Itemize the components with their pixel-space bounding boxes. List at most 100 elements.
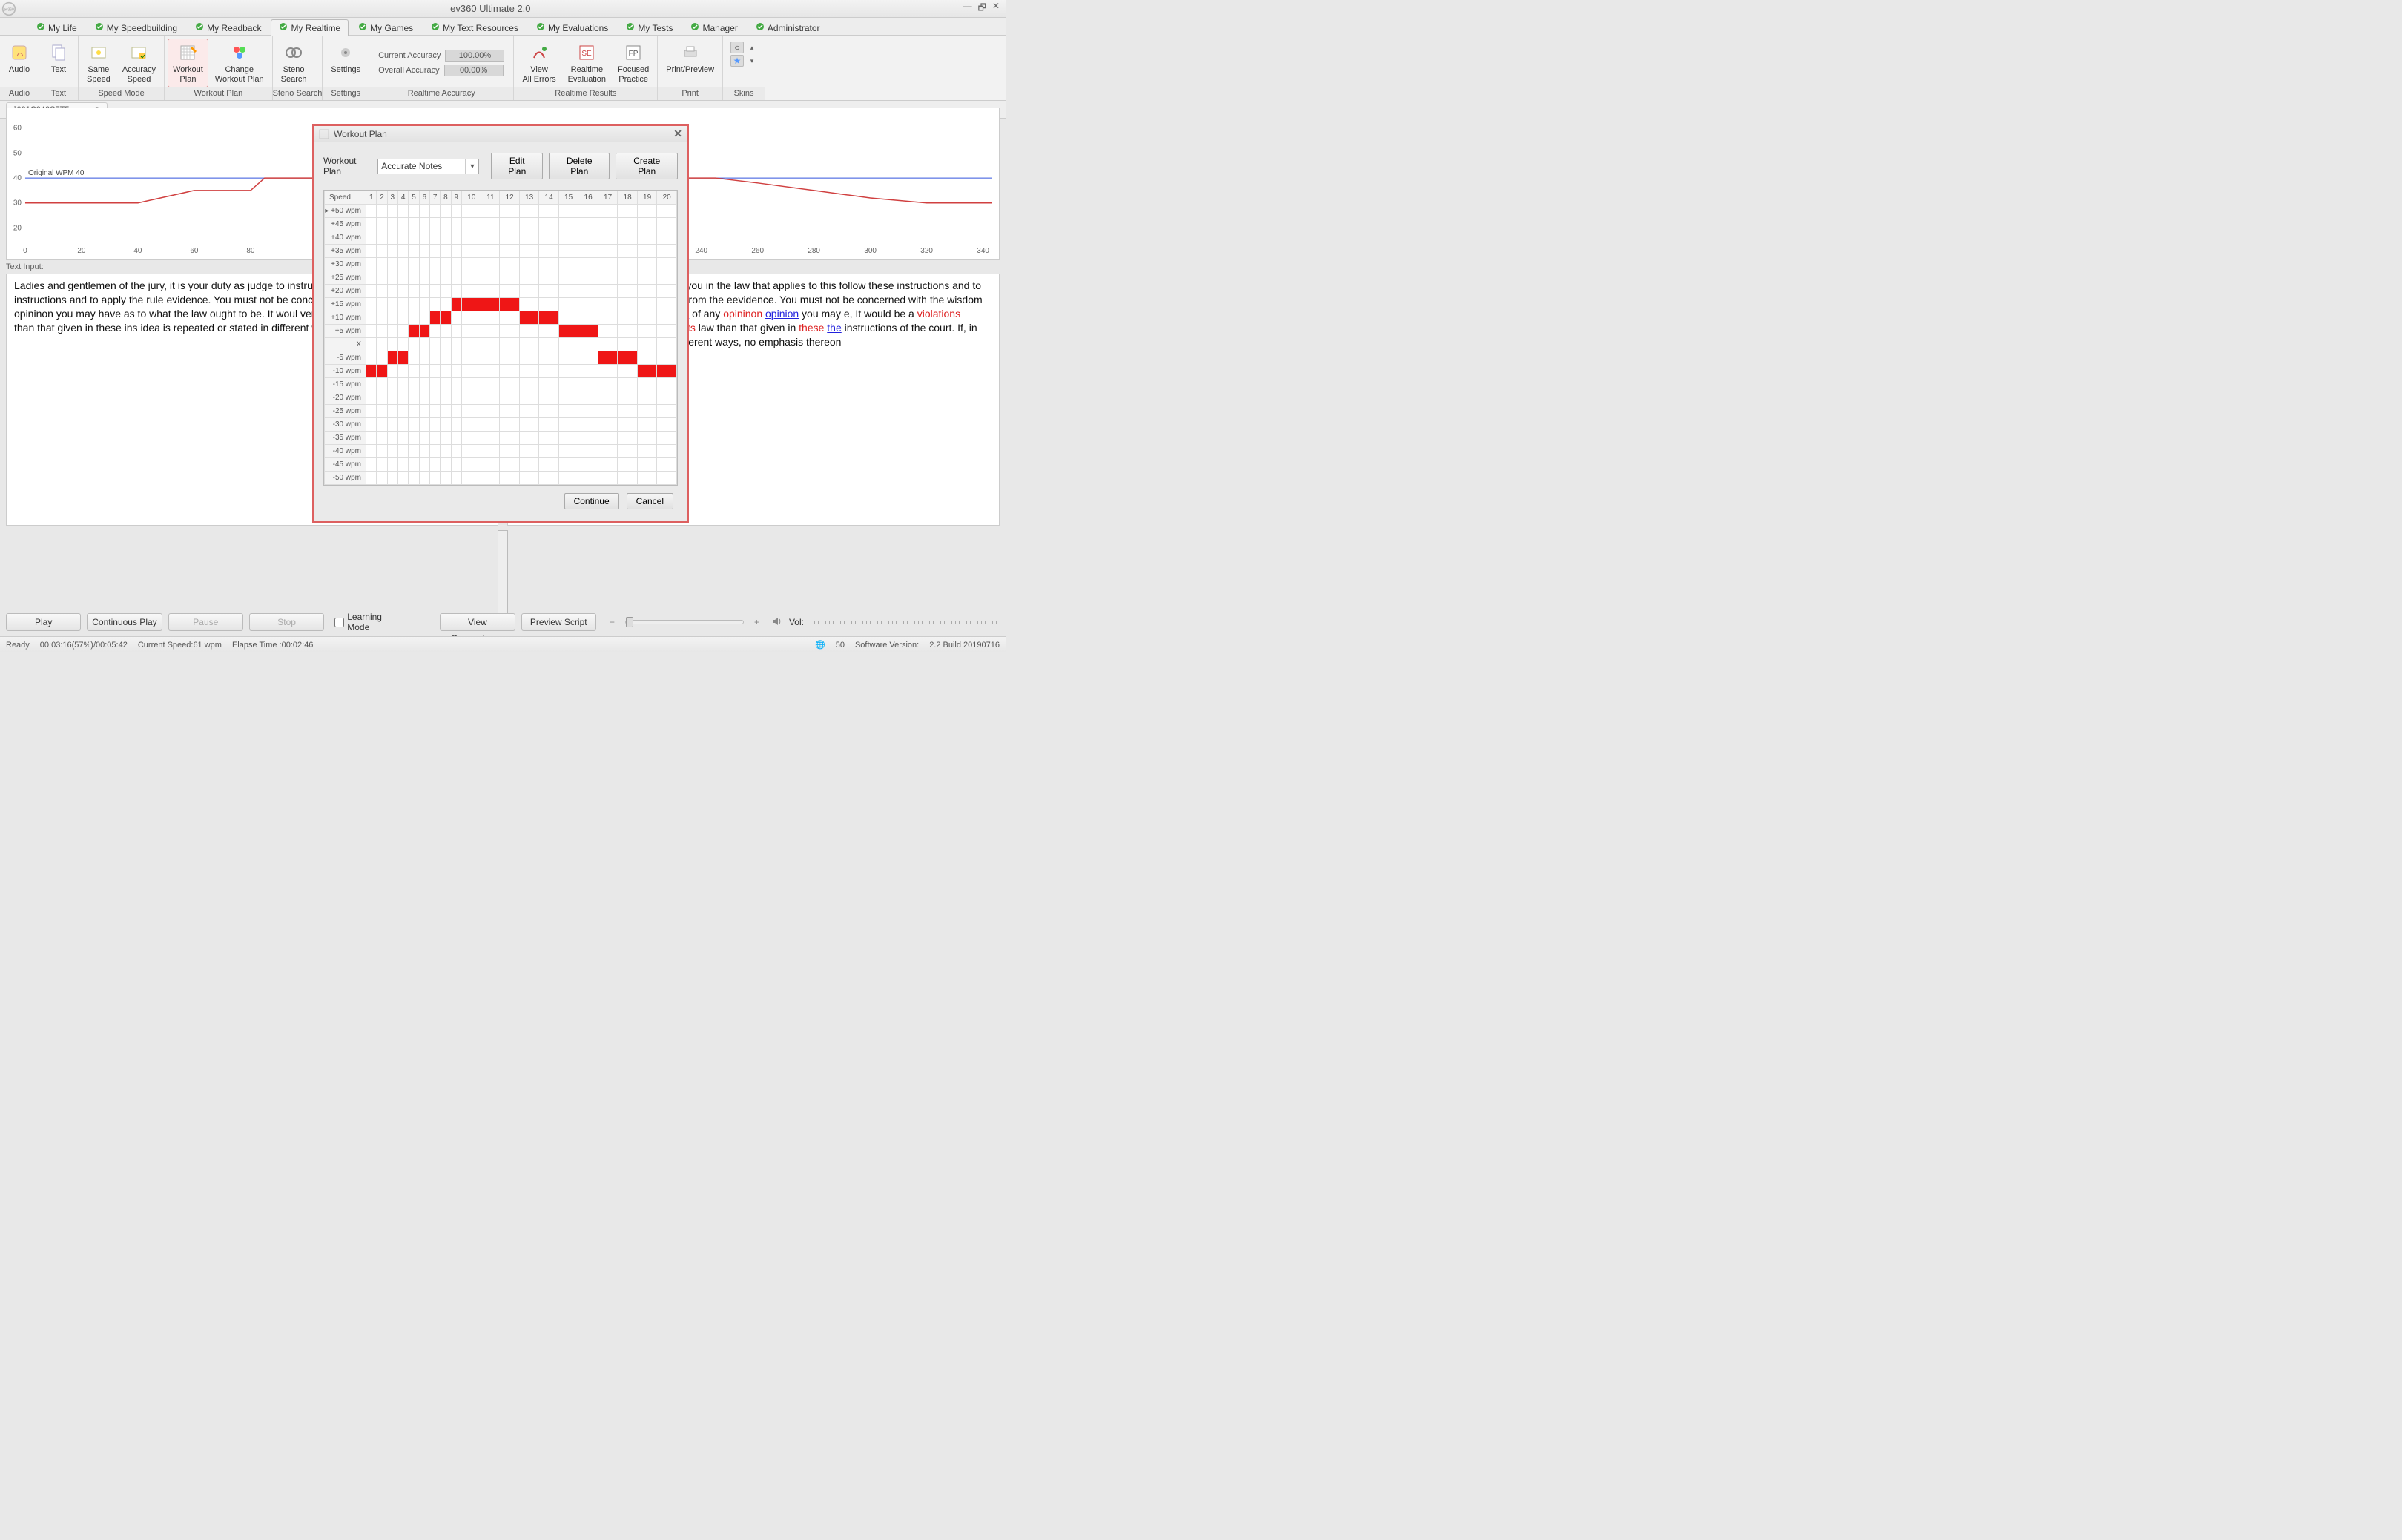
grid-cell[interactable] bbox=[519, 218, 539, 231]
grid-cell[interactable] bbox=[539, 405, 559, 418]
grid-cell[interactable] bbox=[429, 271, 440, 285]
grid-cell[interactable] bbox=[366, 271, 377, 285]
grid-cell[interactable] bbox=[461, 271, 481, 285]
grid-cell[interactable] bbox=[387, 218, 397, 231]
grid-cell[interactable] bbox=[637, 418, 657, 432]
grid-cell[interactable] bbox=[598, 205, 618, 218]
skins-picker[interactable]: ○▴★▾ bbox=[726, 39, 762, 87]
grid-cell[interactable] bbox=[397, 231, 408, 245]
grid-cell[interactable] bbox=[598, 432, 618, 445]
grid-cell[interactable] bbox=[657, 285, 677, 298]
grid-cell[interactable] bbox=[429, 311, 440, 325]
grid-cell[interactable] bbox=[366, 285, 377, 298]
grid-cell[interactable] bbox=[519, 458, 539, 472]
grid-cell[interactable] bbox=[481, 432, 500, 445]
grid-cell[interactable] bbox=[377, 405, 387, 418]
grid-cell[interactable] bbox=[618, 472, 638, 485]
grid-cell[interactable] bbox=[366, 245, 377, 258]
grid-cell[interactable] bbox=[578, 365, 598, 378]
grid-cell[interactable] bbox=[618, 311, 638, 325]
grid-cell[interactable] bbox=[598, 458, 618, 472]
grid-cell[interactable] bbox=[451, 351, 461, 365]
grid-cell[interactable] bbox=[441, 258, 451, 271]
grid-cell[interactable] bbox=[618, 338, 638, 351]
grid-cell[interactable] bbox=[558, 271, 578, 285]
ribbon-steno-search[interactable]: Steno Search bbox=[276, 39, 312, 87]
grid-cell[interactable] bbox=[519, 311, 539, 325]
grid-cell[interactable] bbox=[558, 391, 578, 405]
grid-cell[interactable] bbox=[409, 418, 419, 432]
grid-cell[interactable] bbox=[461, 472, 481, 485]
grid-cell[interactable] bbox=[500, 338, 520, 351]
grid-cell[interactable] bbox=[519, 391, 539, 405]
grid-cell[interactable] bbox=[397, 405, 408, 418]
grid-cell[interactable] bbox=[618, 405, 638, 418]
grid-cell[interactable] bbox=[539, 445, 559, 458]
grid-cell[interactable] bbox=[409, 311, 419, 325]
grid-cell[interactable] bbox=[451, 325, 461, 338]
grid-cell[interactable] bbox=[451, 391, 461, 405]
grid-cell[interactable] bbox=[409, 218, 419, 231]
grid-cell[interactable] bbox=[558, 445, 578, 458]
grid-cell[interactable] bbox=[441, 205, 451, 218]
grid-cell[interactable] bbox=[637, 245, 657, 258]
grid-cell[interactable] bbox=[558, 338, 578, 351]
grid-cell[interactable] bbox=[618, 418, 638, 432]
grid-cell[interactable] bbox=[441, 458, 451, 472]
grid-cell[interactable] bbox=[500, 285, 520, 298]
grid-cell[interactable] bbox=[441, 432, 451, 445]
dialog-close-button[interactable]: ✕ bbox=[673, 128, 682, 140]
grid-cell[interactable] bbox=[441, 391, 451, 405]
grid-cell[interactable] bbox=[657, 298, 677, 311]
menu-tab-my-readback[interactable]: My Readback bbox=[187, 19, 269, 36]
grid-cell[interactable] bbox=[558, 205, 578, 218]
grid-cell[interactable] bbox=[419, 365, 429, 378]
grid-cell[interactable] bbox=[539, 432, 559, 445]
grid-cell[interactable] bbox=[461, 325, 481, 338]
grid-cell[interactable] bbox=[461, 391, 481, 405]
grid-cell[interactable] bbox=[500, 231, 520, 245]
grid-cell[interactable] bbox=[419, 218, 429, 231]
workout-plan-select[interactable]: Accurate Notes ▼ bbox=[377, 159, 479, 174]
grid-cell[interactable] bbox=[481, 445, 500, 458]
grid-cell[interactable] bbox=[397, 258, 408, 271]
grid-cell[interactable] bbox=[637, 258, 657, 271]
grid-cell[interactable] bbox=[637, 458, 657, 472]
grid-cell[interactable] bbox=[429, 472, 440, 485]
grid-cell[interactable] bbox=[377, 285, 387, 298]
grid-cell[interactable] bbox=[578, 311, 598, 325]
grid-cell[interactable] bbox=[377, 258, 387, 271]
grid-cell[interactable] bbox=[397, 218, 408, 231]
grid-cell[interactable] bbox=[539, 351, 559, 365]
grid-cell[interactable] bbox=[578, 391, 598, 405]
grid-cell[interactable] bbox=[461, 218, 481, 231]
grid-cell[interactable] bbox=[500, 418, 520, 432]
grid-cell[interactable] bbox=[366, 472, 377, 485]
grid-cell[interactable] bbox=[519, 365, 539, 378]
grid-cell[interactable] bbox=[397, 445, 408, 458]
grid-cell[interactable] bbox=[618, 351, 638, 365]
grid-cell[interactable] bbox=[500, 405, 520, 418]
grid-cell[interactable] bbox=[500, 258, 520, 271]
grid-cell[interactable] bbox=[519, 245, 539, 258]
grid-cell[interactable] bbox=[558, 365, 578, 378]
grid-cell[interactable] bbox=[461, 445, 481, 458]
grid-cell[interactable] bbox=[377, 418, 387, 432]
grid-cell[interactable] bbox=[481, 231, 500, 245]
ribbon-audio[interactable]: Audio bbox=[3, 39, 36, 87]
grid-cell[interactable] bbox=[377, 205, 387, 218]
grid-cell[interactable] bbox=[481, 205, 500, 218]
grid-cell[interactable] bbox=[657, 338, 677, 351]
grid-cell[interactable] bbox=[387, 472, 397, 485]
grid-cell[interactable] bbox=[366, 391, 377, 405]
grid-cell[interactable] bbox=[519, 205, 539, 218]
create-plan-button[interactable]: Create Plan bbox=[616, 153, 678, 179]
grid-cell[interactable] bbox=[409, 258, 419, 271]
grid-cell[interactable] bbox=[500, 458, 520, 472]
delete-plan-button[interactable]: Delete Plan bbox=[549, 153, 610, 179]
grid-cell[interactable] bbox=[481, 325, 500, 338]
grid-cell[interactable] bbox=[377, 365, 387, 378]
continuous-play-button[interactable]: Continuous Play bbox=[87, 613, 162, 631]
grid-cell[interactable] bbox=[429, 351, 440, 365]
grid-cell[interactable] bbox=[451, 445, 461, 458]
